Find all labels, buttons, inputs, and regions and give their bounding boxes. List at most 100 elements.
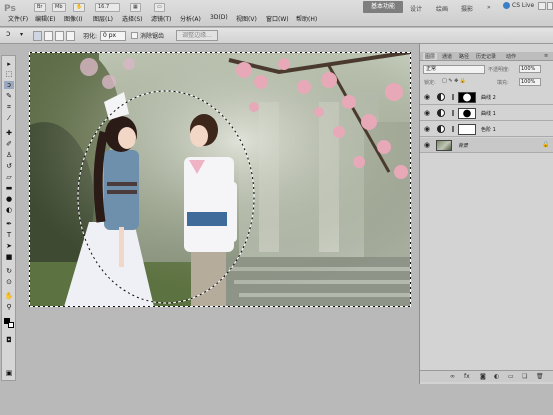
cs-live-label: CS Live [512,2,535,9]
layer-row-curves-1[interactable]: ◉ 曲线 1 [420,106,553,121]
tab-channels[interactable]: 通道 [442,53,452,60]
curves-adjustment-icon [437,93,445,101]
minimize-button[interactable] [538,2,546,10]
layer-mask-thumbnail[interactable] [458,92,476,103]
brush-tool-icon[interactable]: ✐ [4,140,14,148]
eye-icon[interactable]: ◉ [424,93,430,101]
marquee-tool-icon[interactable]: ⬚ [4,70,14,78]
antialias-label: 消除锯齿 [140,33,165,40]
link-layers-icon[interactable]: ∞ [450,373,455,380]
eye-icon[interactable]: ◉ [424,109,430,117]
healing-brush-icon[interactable]: ✚ [4,129,14,137]
menu-view[interactable]: 视图(V) [236,14,257,23]
tool-preset-dropdown-icon[interactable]: ▾ [20,31,23,38]
options-bar: ↄ ▾ 羽化: 0 px 消除锯齿 调整边缘... [0,28,553,44]
link-icon [452,110,454,116]
more-workspaces-icon[interactable]: » [487,4,491,11]
bridge-button[interactable]: Br [34,3,46,12]
new-selection-icon[interactable] [33,31,42,41]
add-mask-icon[interactable]: ◙ [480,373,486,380]
subtract-selection-icon[interactable] [55,31,64,41]
workspace-design-link[interactable]: 设计 [410,4,422,13]
tab-layers[interactable]: 图层 [423,53,438,60]
menu-bar: Ps Br Mb ✋ 16.7 ▦ ▭ 基本功能 设计 绘画 摄影 » CS L… [0,0,553,27]
feather-input[interactable]: 0 px [100,31,126,41]
zoom-level[interactable]: 16.7 [95,3,120,12]
tab-actions[interactable]: 动作 [506,53,516,60]
workspace-essentials-button[interactable]: 基本功能 [363,1,403,13]
cs-live-button[interactable]: CS Live [503,2,534,12]
3d-rotate-icon[interactable]: ↻ [4,267,14,275]
layer-row-curves-2[interactable]: ◉ 曲线 2 [420,90,553,105]
crop-tool-icon[interactable]: ⌗ [4,103,14,111]
adjustment-layer-icon[interactable]: ◐ [494,373,499,380]
eye-icon[interactable]: ◉ [424,125,430,133]
menu-analysis[interactable]: 分析(A) [180,14,201,23]
gradient-tool-icon[interactable]: ▬ [4,184,14,192]
intersect-selection-icon[interactable] [66,31,75,41]
tab-history[interactable]: 历史记录 [476,53,496,60]
blend-mode-select[interactable]: 正常 [423,65,485,74]
menu-image[interactable]: 图像(I) [64,14,82,23]
eye-icon[interactable]: ◉ [424,141,430,149]
clone-stamp-icon[interactable]: ♙ [4,151,14,159]
lasso-tool-icon[interactable]: ↄ [4,81,14,89]
workspace-photo-link[interactable]: 摄影 [461,4,473,13]
quick-mask-icon[interactable]: ◘ [4,336,14,344]
pen-tool-icon[interactable]: ✒ [4,220,14,228]
lasso-tool-icon[interactable]: ↄ [6,29,10,38]
background-color-swatch[interactable] [8,322,14,328]
add-selection-icon[interactable] [44,31,53,41]
wedding-photo [29,52,411,307]
levels-adjustment-icon [437,125,445,133]
status-area [0,384,553,415]
layer-mask-thumbnail[interactable] [458,124,476,135]
lock-icons[interactable]: □ ✎ ✥ 🔒 [442,78,466,84]
refine-edge-button[interactable]: 调整边缘... [176,30,218,41]
document-image[interactable] [29,52,411,307]
path-select-icon[interactable]: ➤ [4,242,14,250]
close-button[interactable] [547,2,553,10]
hand-tool-icon[interactable]: ✋ [4,292,14,300]
menu-window[interactable]: 窗口(W) [266,14,289,23]
zoom-tool-icon[interactable]: ⚲ [4,303,14,311]
hand-tool-button[interactable]: ✋ [73,3,86,12]
fill-input[interactable]: 100% [519,78,541,86]
layer-row-background[interactable]: ◉ 背景 🔒 [420,138,553,153]
move-tool-icon[interactable]: ▸ [4,60,14,68]
background-thumbnail [436,140,452,151]
new-group-icon[interactable]: ▭ [508,373,514,380]
screen-mode-icon[interactable]: ▣ [4,369,14,377]
delete-layer-icon[interactable]: 🗑 [536,373,544,380]
menu-edit[interactable]: 编辑(E) [35,14,55,23]
menu-select[interactable]: 选择(S) [122,14,143,23]
cs-live-icon [503,2,510,9]
screen-mode-button[interactable]: ▭ [154,3,165,12]
fx-icon[interactable]: fx [464,373,470,380]
quick-select-tool-icon[interactable]: ✎ [4,92,14,100]
menu-file[interactable]: 文件(F) [8,14,28,23]
minibridge-button[interactable]: Mb [52,3,66,12]
antialias-checkbox[interactable] [131,32,138,39]
arrange-documents-button[interactable]: ▦ [130,3,141,12]
eyedropper-tool-icon[interactable]: ⁄ [4,114,14,122]
dodge-tool-icon[interactable]: ◐ [4,206,14,214]
opacity-input[interactable]: 100% [519,65,541,73]
menu-layer[interactable]: 图层(L) [93,14,113,23]
layer-name: 曲线 1 [481,111,496,117]
layer-row-levels-1[interactable]: ◉ 色阶 1 [420,122,553,137]
shape-tool-icon[interactable]: ■ [4,253,14,261]
menu-filter[interactable]: 滤镜(T) [151,14,171,23]
menu-3d[interactable]: 3D(D) [210,14,228,21]
type-tool-icon[interactable]: T [4,231,14,239]
tab-paths[interactable]: 路径 [459,53,469,60]
3d-orbit-icon[interactable]: ⊙ [4,278,14,286]
menu-help[interactable]: 帮助(H) [296,14,317,23]
panel-menu-icon[interactable]: ≡ [544,53,548,59]
workspace-paint-link[interactable]: 绘画 [436,4,448,13]
eraser-tool-icon[interactable]: ▱ [4,173,14,181]
layer-mask-thumbnail[interactable] [458,108,476,119]
history-brush-icon[interactable]: ↺ [4,162,14,170]
blur-tool-icon[interactable]: ● [4,195,14,203]
new-layer-icon[interactable]: ❏ [522,373,527,380]
